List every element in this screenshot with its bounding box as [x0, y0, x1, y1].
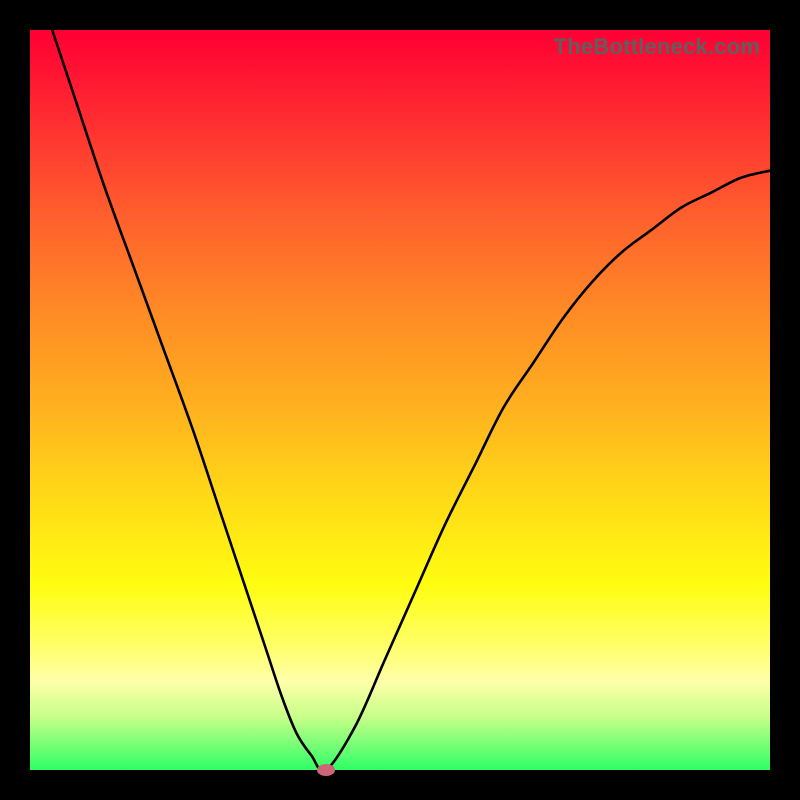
chart-frame: TheBottleneck.com	[0, 0, 800, 800]
plot-area: TheBottleneck.com	[30, 30, 770, 770]
bottleneck-curve	[52, 30, 770, 771]
curve-svg	[30, 30, 770, 770]
minimum-marker	[317, 764, 335, 776]
